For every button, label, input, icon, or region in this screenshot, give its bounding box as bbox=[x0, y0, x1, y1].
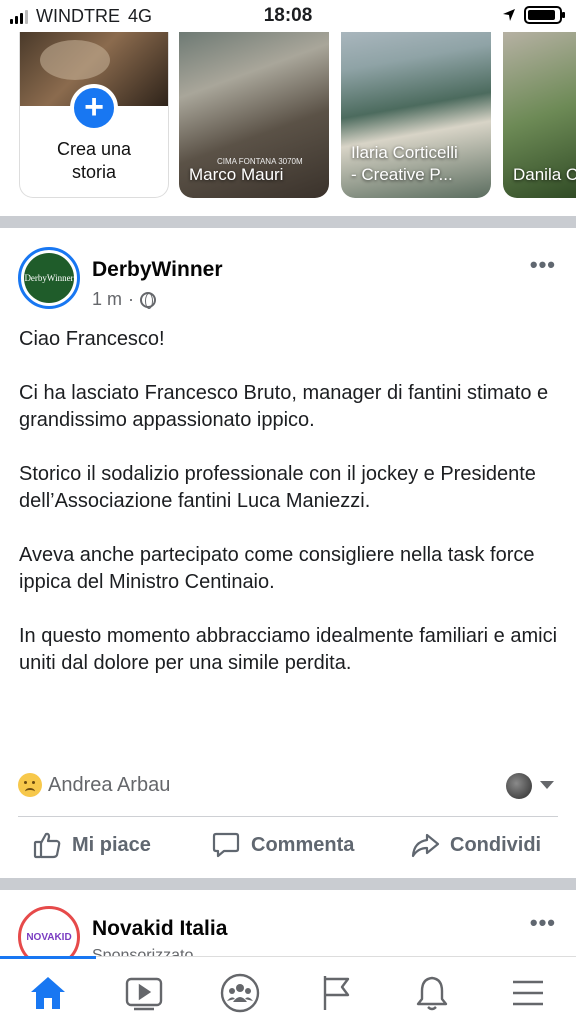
sad-reaction-icon bbox=[18, 773, 42, 797]
comment-button[interactable]: Commenta bbox=[211, 830, 354, 860]
story-author-name: Danila C bbox=[513, 165, 576, 184]
flag-icon bbox=[323, 976, 350, 1010]
comment-icon bbox=[212, 832, 240, 858]
bell-icon bbox=[416, 976, 448, 1011]
meta-dot: · bbox=[128, 289, 135, 309]
notifications-tab[interactable] bbox=[384, 971, 480, 1015]
story-author-name: Ilaria Corticelli - Creative P... bbox=[351, 143, 458, 184]
bottom-tab-bar bbox=[0, 956, 576, 1024]
reactions-summary[interactable]: Andrea Arbau bbox=[18, 773, 170, 797]
battery-icon bbox=[524, 6, 565, 24]
post-paragraph: Ciao Francesco! bbox=[19, 328, 165, 350]
avatar-logo-text: NOVAKID bbox=[26, 931, 72, 943]
story-card-ilaria-corticelli[interactable]: Ilaria Corticelli - Creative P... bbox=[341, 32, 491, 198]
groups-tab[interactable] bbox=[192, 971, 288, 1015]
globe-icon bbox=[140, 291, 157, 309]
watch-tab[interactable] bbox=[96, 971, 192, 1015]
share-arrow-icon bbox=[411, 833, 440, 858]
post-meta: 1 m · bbox=[92, 289, 157, 310]
story-card-marco-mauri[interactable]: CIMA FONTANA 3070M Marco Mauri bbox=[179, 32, 329, 198]
chevron-down-icon[interactable] bbox=[540, 781, 554, 789]
share-button[interactable]: Condividi bbox=[410, 830, 541, 860]
status-bar: WINDTRE 4G 18:08 bbox=[0, 0, 576, 32]
create-story-card[interactable]: + Crea una storia bbox=[19, 32, 169, 198]
share-label: Condividi bbox=[450, 833, 542, 856]
like-label: Mi piace bbox=[72, 833, 151, 856]
create-story-label: Crea una storia bbox=[56, 139, 132, 182]
story-author-name: Marco Mauri bbox=[189, 165, 284, 184]
post-author-name[interactable]: Novakid Italia bbox=[92, 917, 227, 941]
more-options-icon[interactable]: ••• bbox=[530, 252, 556, 278]
video-icon bbox=[125, 977, 163, 1011]
action-divider bbox=[18, 816, 558, 817]
post-paragraph: Aveva anche partecipato come consigliere… bbox=[19, 544, 535, 593]
add-story-icon[interactable]: + bbox=[70, 84, 118, 132]
post-time[interactable]: 1 m bbox=[92, 289, 122, 310]
viewer-avatar[interactable] bbox=[506, 773, 532, 799]
section-divider bbox=[0, 216, 576, 228]
post-author-name[interactable]: DerbyWinner bbox=[92, 258, 223, 282]
comment-label: Commenta bbox=[251, 833, 355, 856]
home-tab[interactable] bbox=[0, 971, 96, 1015]
location-arrow-icon bbox=[503, 9, 515, 21]
post-text: Ciao Francesco! Ci ha lasciato Francesco… bbox=[19, 326, 559, 704]
post-paragraph: In questo momento abbracciamo idealmente… bbox=[19, 625, 558, 674]
page-avatar[interactable]: DerbyWinner bbox=[18, 247, 80, 309]
menu-icon bbox=[513, 980, 543, 1006]
stories-tray: + Crea una storia CIMA FONTANA 3070M Mar… bbox=[0, 32, 576, 212]
thumbs-up-icon bbox=[33, 832, 61, 859]
post-paragraph: Storico il sodalizio professionale con i… bbox=[19, 463, 536, 512]
active-tab-indicator bbox=[0, 956, 96, 959]
like-button[interactable]: Mi piace bbox=[32, 830, 151, 860]
home-icon bbox=[31, 977, 65, 1009]
menu-tab[interactable] bbox=[480, 971, 576, 1015]
section-divider bbox=[0, 878, 576, 890]
groups-icon bbox=[220, 973, 260, 1013]
more-options-icon[interactable]: ••• bbox=[530, 910, 556, 936]
clock: 18:08 bbox=[263, 5, 313, 26]
avatar-logo-text: DerbyWinner bbox=[24, 253, 74, 303]
reaction-user-name: Andrea Arbau bbox=[48, 773, 171, 796]
post-paragraph: Ci ha lasciato Francesco Bruto, manager … bbox=[19, 382, 549, 431]
post-actions: Mi piace Commenta Condividi bbox=[0, 830, 576, 866]
pages-tab[interactable] bbox=[288, 971, 384, 1015]
story-card-danila[interactable]: Danila C bbox=[503, 32, 576, 198]
